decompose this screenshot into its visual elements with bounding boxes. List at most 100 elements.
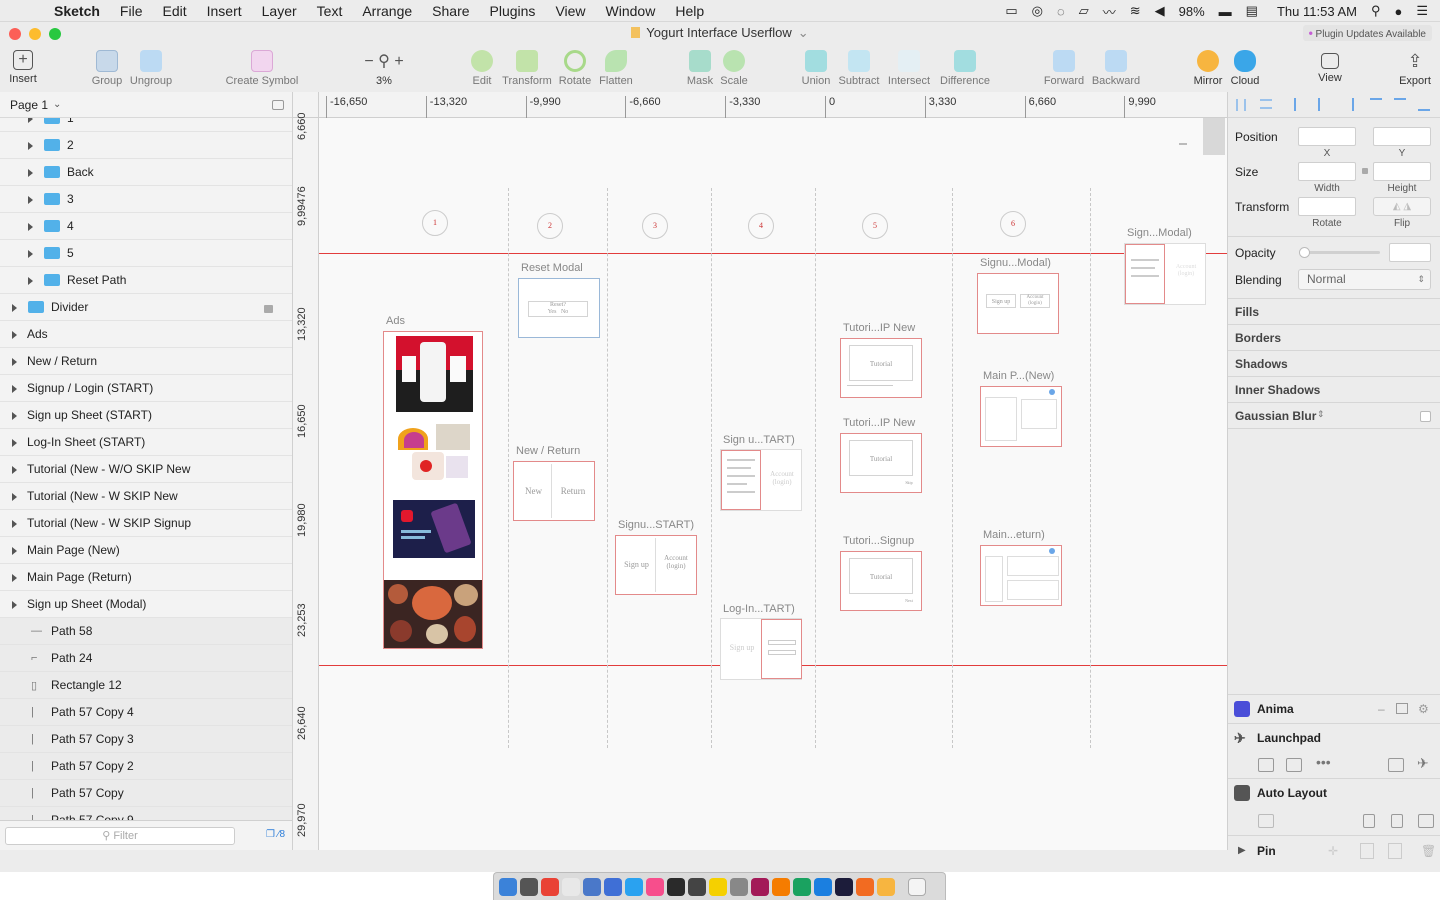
layer-row[interactable]: | Path 57 Copy 3 [0,726,292,753]
notification-center-icon[interactable]: ☰ [1416,3,1428,19]
view-button[interactable]: View [1312,48,1348,84]
export-layers-icon[interactable] [1258,758,1274,772]
layer-row[interactable]: Log-In Sheet (START) [0,429,292,456]
more-icon[interactable]: ••• [1316,754,1331,770]
menu-arrange[interactable]: Arrange [352,3,422,19]
flatten-button[interactable]: Flatten [596,48,636,87]
zoom-in-icon[interactable]: + [394,53,403,70]
mirror-button[interactable]: Mirror [1190,48,1226,87]
borders-section[interactable]: Borders [1228,325,1440,351]
align-bottom-icon[interactable] [1418,98,1430,111]
page-selector[interactable]: Page 1 ⌄ [0,92,292,118]
create-symbol-button[interactable]: Create Symbol [224,48,300,87]
ungroup-button[interactable]: Ungroup [128,48,174,87]
vertical-ruler[interactable]: 6,660 9,99476 13,320 16,650 19,980 23,253 26,6… [293,112,319,850]
grid-icon[interactable] [1363,814,1375,828]
column-divider[interactable] [952,188,953,748]
phone-icon[interactable] [1391,814,1403,828]
distribute-horizontal-icon[interactable] [1236,99,1246,111]
inner-shadows-section[interactable]: Inner Shadows [1228,377,1440,403]
menu-edit[interactable]: Edit [152,3,196,19]
cloud-button[interactable]: Cloud [1228,48,1262,87]
browser-icon[interactable] [1388,758,1404,772]
plugin-updates-badge[interactable]: • Plugin Updates Available [1302,25,1432,41]
siri-icon[interactable]: ● [1394,4,1402,19]
difference-button[interactable]: Difference [938,48,992,87]
layer-row[interactable]: | Path 57 Copy 4 [0,699,292,726]
opacity-input[interactable] [1389,243,1431,262]
layer-row[interactable]: 2 [0,132,292,159]
panel-icon[interactable] [1396,703,1408,714]
layer-row[interactable]: Back [0,159,292,186]
menu-insert[interactable]: Insert [197,3,252,19]
tablet-icon[interactable] [1418,814,1434,828]
artboard-main-new[interactable] [980,386,1062,447]
wifi-icon[interactable]: ≋ [1130,3,1141,19]
width-input[interactable] [1298,162,1356,181]
fills-section[interactable]: Fills [1228,299,1440,325]
intersect-button[interactable]: Intersect [886,48,932,87]
cube-icon[interactable] [1286,758,1302,772]
flip-horizontal-icon[interactable]: ◭ [1393,201,1401,212]
artboard-reset-modal[interactable]: Reset? Yes No [518,278,600,338]
menu-layer[interactable]: Layer [252,3,307,19]
align-middle-icon[interactable] [1394,98,1406,111]
gaussian-blur-checkbox[interactable] [1420,411,1431,422]
flag-icon[interactable]: ▤ [1246,3,1258,19]
disclosure-triangle-icon[interactable] [28,277,33,285]
lock-icon[interactable] [264,305,273,313]
canvas[interactable]: Ads Reset Modal Reset? Yes No New / Retu… [319,118,1227,850]
automator-icon[interactable] [730,877,748,896]
artboard-label-signup-sheet-start[interactable]: Sign u...TART) [723,434,795,446]
layer-row[interactable]: — Path 58 [0,618,292,645]
canvas-area[interactable]: -16,650 -13,320 -9,990 -6,660 -3,330 0 3,330 6,… [293,92,1227,850]
artboard-label-ads[interactable]: Ads [386,315,405,327]
artboard-signup-start[interactable]: Sign up Account (login) [615,535,697,595]
edit-button[interactable]: Edit [468,48,496,87]
pin-target-icon[interactable]: ✛ [1328,837,1338,865]
export-button[interactable]: ⇪ Export [1396,48,1434,87]
layer-row[interactable]: Ads [0,321,292,348]
minimize-window-button[interactable] [29,28,41,40]
layer-row[interactable]: Tutorial (New - W SKIP Signup [0,510,292,537]
battery-percent[interactable]: 98% [1179,4,1205,19]
align-left-icon[interactable] [1294,98,1306,111]
launchpad-icon[interactable] [520,877,538,896]
layer-row[interactable]: Sign up Sheet (START) [0,402,292,429]
artboard-new-return[interactable]: New Return [513,461,595,521]
group-button[interactable]: Group [90,48,124,87]
zoom-window-button[interactable] [49,28,61,40]
position-y-input[interactable] [1373,127,1431,146]
artboard-tutorial-3[interactable]: Tutorial Next [840,551,922,611]
pin-plugin-header[interactable]: ▶ Pin ✛ 🗑 [1228,837,1440,865]
menu-app-name[interactable]: Sketch [44,3,110,19]
safari-icon[interactable] [625,877,643,896]
artboard-label-tutorial-2[interactable]: Tutori...IP New [843,417,915,429]
activity-icon[interactable]: 〰 [1103,2,1116,21]
chevron-down-icon[interactable]: ⌄ [798,25,809,40]
launchpad-plugin-header[interactable]: ✈ Launchpad [1228,723,1440,751]
symbols-filter-icon[interactable]: ❐ [266,829,275,840]
preview-icon[interactable] [583,877,601,896]
rotate-input[interactable] [1298,197,1356,216]
artboard-signup-modal[interactable]: Sign up Account (login) [977,273,1059,334]
opacity-slider[interactable] [1299,247,1380,258]
layer-row[interactable]: 3 [0,186,292,213]
itunes-icon[interactable] [646,877,664,896]
layer-row[interactable]: Main Page (New) [0,537,292,564]
chrome-icon[interactable] [541,877,559,896]
artboard-main-return[interactable] [980,545,1062,606]
disclosure-triangle-icon[interactable] [12,358,17,366]
menu-help[interactable]: Help [665,3,714,19]
maps-icon[interactable] [793,877,811,896]
finder-icon[interactable] [499,877,517,896]
insert-button[interactable]: + Insert [6,48,40,85]
menu-plugins[interactable]: Plugins [480,3,546,19]
auto-layout-plugin-header[interactable]: Auto Layout [1228,778,1440,806]
pin-circle-icon[interactable] [1388,843,1402,859]
layer-row[interactable]: | Path 57 Copy 2 [0,753,292,780]
artboard-label-main-return[interactable]: Main...eturn) [983,529,1045,541]
creative-cloud-icon[interactable]: ◎ [1032,3,1043,19]
subtract-button[interactable]: Subtract [836,48,882,87]
terminal-icon[interactable] [667,877,685,896]
